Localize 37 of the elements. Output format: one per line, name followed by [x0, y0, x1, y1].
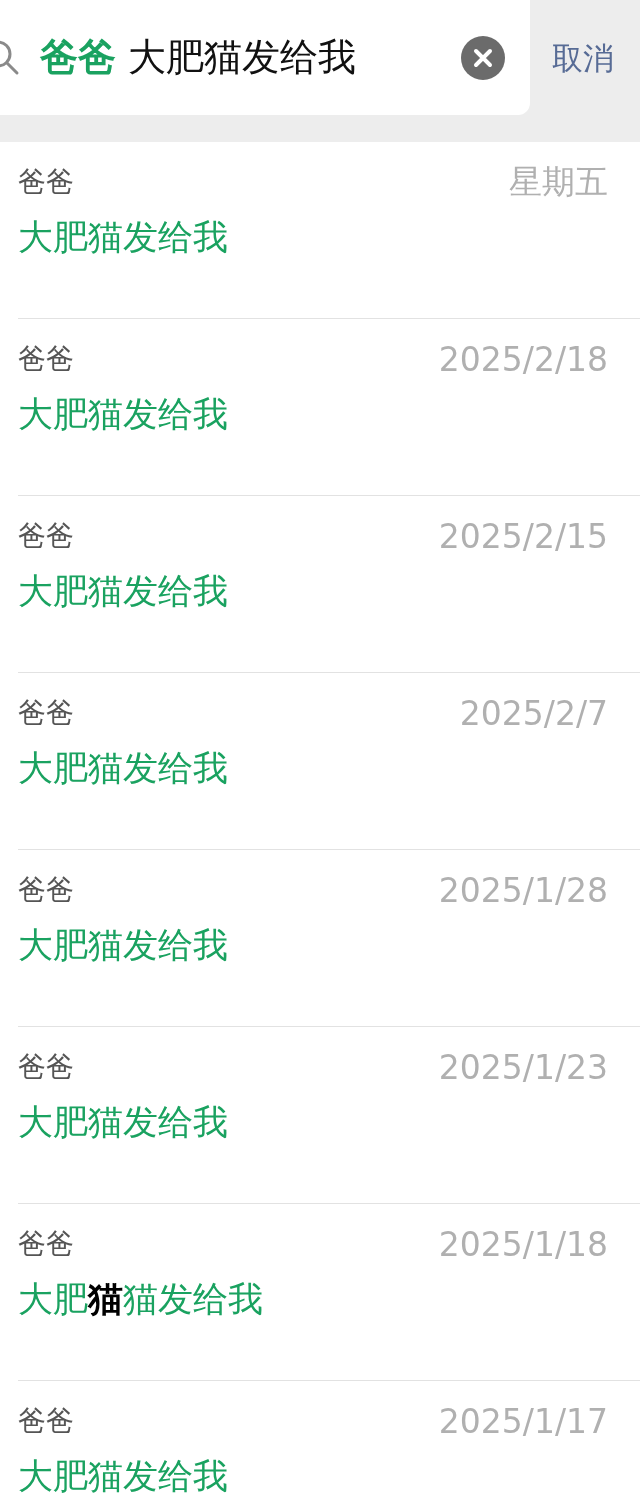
contact-name: 爸爸: [18, 341, 74, 377]
search-result[interactable]: 爸爸 2025/2/7 大肥猫发给我: [18, 673, 640, 850]
search-query: 大肥猫发给我: [128, 34, 356, 81]
message-date: 2025/1/28: [438, 870, 608, 910]
search-result[interactable]: 爸爸 星期五 大肥猫发给我: [18, 142, 640, 319]
message-text: 大肥猫发给我: [18, 393, 229, 436]
contact-name: 爸爸: [18, 872, 74, 908]
search-result[interactable]: 爸爸 2025/1/28 大肥猫发给我: [18, 850, 640, 1027]
contact-name: 爸爸: [18, 518, 74, 554]
search-result[interactable]: 爸爸 2025/2/15 大肥猫发给我: [18, 496, 640, 673]
search-result[interactable]: 爸爸 2025/1/23 大肥猫发给我: [18, 1027, 640, 1204]
search-result[interactable]: 爸爸 2025/2/18 大肥猫发给我: [18, 319, 640, 496]
message-date: 2025/1/18: [438, 1224, 608, 1264]
message-text: 大肥猫发给我: [18, 924, 229, 967]
message-date: 2025/1/23: [438, 1047, 608, 1087]
message-text: 大肥猫发给我: [18, 1455, 229, 1498]
contact-name: 爸爸: [18, 1049, 74, 1085]
contact-name: 爸爸: [18, 1226, 74, 1262]
message-text: 大肥猫发给我: [18, 747, 229, 790]
search-field[interactable]: 爸爸 大肥猫发给我: [0, 0, 530, 115]
contact-name: 爸爸: [18, 164, 74, 200]
message-text: 大肥猫猫发给我: [18, 1278, 264, 1321]
message-date: 2025/2/7: [459, 693, 608, 733]
message-text: 大肥猫发给我: [18, 570, 229, 613]
message-date: 2025/1/17: [438, 1401, 608, 1441]
search-result[interactable]: 爸爸 2025/1/17 大肥猫发给我: [18, 1381, 640, 1500]
message-text: 大肥猫发给我: [18, 216, 229, 259]
message-date: 2025/2/15: [438, 516, 608, 556]
message-text: 大肥猫发给我: [18, 1101, 229, 1144]
clear-icon[interactable]: [461, 35, 505, 80]
search-result[interactable]: 爸爸 2025/1/18 大肥猫猫发给我: [18, 1204, 640, 1381]
contact-name: 爸爸: [18, 1403, 74, 1439]
contact-name: 爸爸: [18, 695, 74, 731]
cancel-button[interactable]: 取消: [552, 38, 614, 80]
message-date: 2025/2/18: [438, 339, 608, 379]
message-date: 星期五: [509, 160, 608, 203]
contact-filter-tag: 爸爸: [40, 32, 116, 83]
